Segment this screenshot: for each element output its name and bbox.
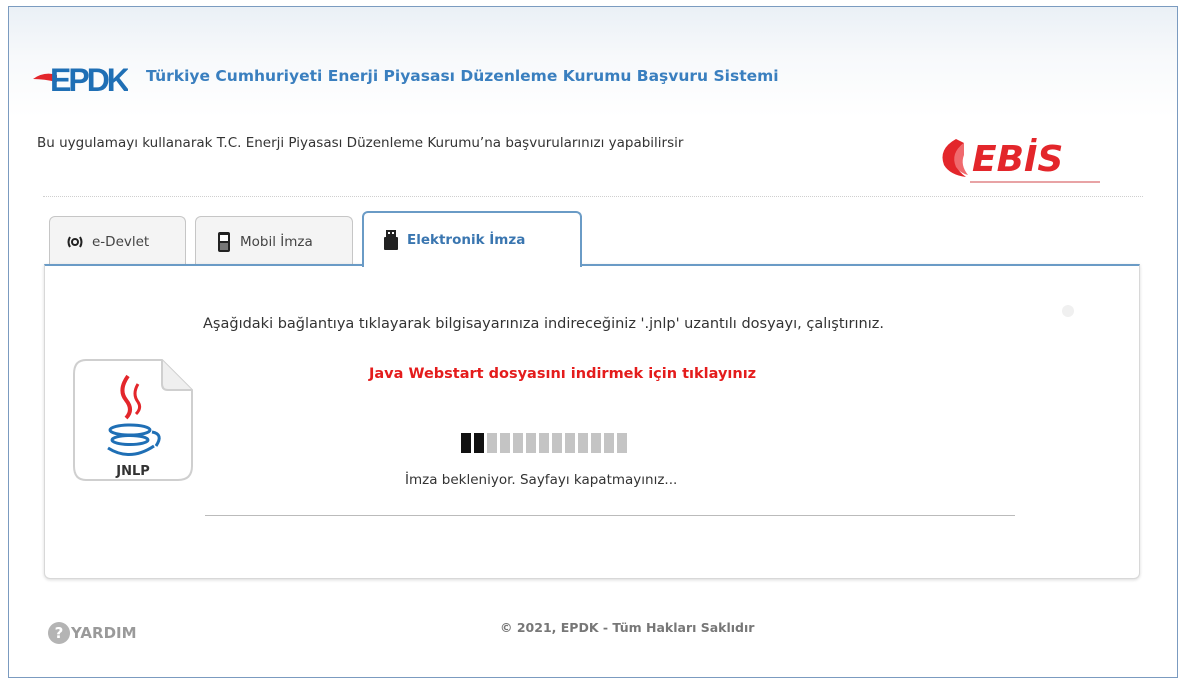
progress-segment [474, 433, 484, 453]
header-separator [43, 196, 1143, 197]
epdk-logo: EPDK [33, 62, 128, 98]
instruction-text: Aşağıdaki bağlantıya tıklayarak bilgisay… [203, 316, 884, 332]
jnlp-file-icon-label: JNLP [115, 464, 150, 479]
mobile-phone-icon [217, 231, 231, 253]
e-devlet-icon [67, 235, 83, 249]
progress-segment [617, 433, 627, 453]
ebis-logo: EBİS [942, 138, 1100, 183]
progress-segment [539, 433, 549, 453]
progress-segment [526, 433, 536, 453]
epdk-logo-text: EPDK [50, 62, 128, 98]
tab-e-devlet-label: e-Devlet [92, 234, 150, 250]
tab-mobil-imza-label: Mobil İmza [240, 234, 313, 250]
tab-e-devlet[interactable]: e-Devlet [49, 216, 186, 267]
question-icon: ? [48, 622, 70, 644]
progress-segment [604, 433, 614, 453]
ebis-logo-text: EBİS [972, 138, 1063, 180]
status-text: İmza bekleniyor. Sayfayı kapatmayınız... [405, 472, 678, 488]
progress-segment [513, 433, 523, 453]
progress-segment [565, 433, 575, 453]
jnlp-file-icon[interactable]: JNLP [72, 358, 194, 482]
progress-segment [500, 433, 510, 453]
progress-segment [552, 433, 562, 453]
help-label: YARDIM [71, 624, 137, 642]
tab-elektronik-imza[interactable]: Elektronik İmza [362, 211, 582, 267]
help-button[interactable]: ? YARDIM [48, 622, 137, 644]
java-webstart-download-link[interactable]: Java Webstart dosyasını indirmek için tı… [369, 366, 756, 382]
signature-progress-indicator [461, 433, 630, 453]
usb-token-icon [384, 230, 398, 250]
tab-elektronik-imza-label: Elektronik İmza [407, 232, 526, 248]
progress-segment [461, 433, 471, 453]
signature-panel [44, 264, 1140, 579]
progress-segment [487, 433, 497, 453]
progress-segment [591, 433, 601, 453]
progress-segment [578, 433, 588, 453]
status-divider [205, 515, 1015, 516]
tab-mobil-imza[interactable]: Mobil İmza [195, 216, 353, 267]
intro-text: Bu uygulamayı kullanarak T.C. Enerji Piy… [37, 135, 684, 151]
header-title: Türkiye Cumhuriyeti Enerji Piyasası Düze… [146, 67, 779, 85]
panel-decoration-dot [1062, 305, 1074, 317]
copyright-text: © 2021, EPDK - Tüm Hakları Saklıdır [500, 620, 755, 635]
